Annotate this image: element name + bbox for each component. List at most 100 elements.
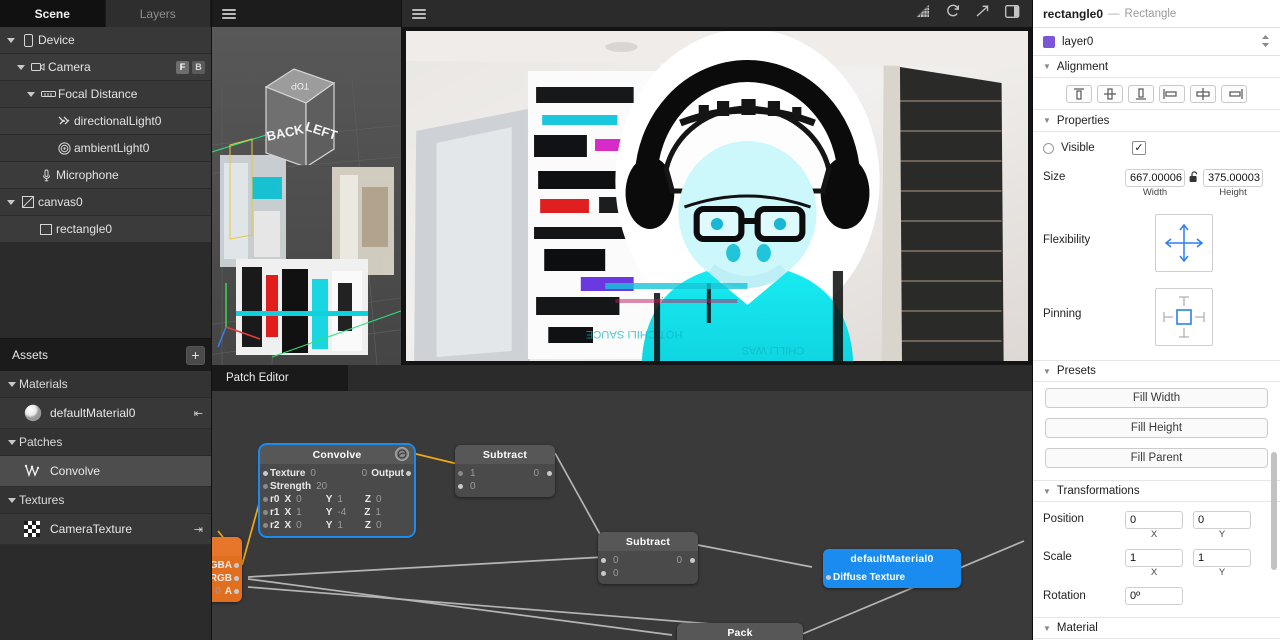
port-sub2-in1[interactable] <box>601 558 606 563</box>
port-sub1-out[interactable] <box>547 471 552 476</box>
scale-y-input[interactable]: 1 <box>1193 549 1251 567</box>
patch-node-subtract-1[interactable]: Subtract 1 0 0 <box>455 445 555 497</box>
scene-3d-viewport[interactable]: TOP BACK LEFT <box>212 27 402 365</box>
disclosure-triangle-icon[interactable] <box>5 380 19 388</box>
port-r0-x-value[interactable]: 0 <box>296 494 302 505</box>
tree-item-directionallight0[interactable]: directionalLight0 <box>0 108 211 135</box>
disclosure-triangle-icon[interactable] <box>14 63 28 71</box>
disclosure-triangle-icon[interactable] <box>4 198 18 206</box>
port-sub1-in2-value[interactable]: 0 <box>470 481 476 492</box>
disclosure-triangle-icon[interactable] <box>5 496 19 504</box>
port-sub2-out[interactable] <box>690 558 695 563</box>
unlocked-padlock-icon[interactable] <box>1189 169 1199 187</box>
orientation-cube[interactable]: TOP BACK LEFT <box>238 45 348 165</box>
port-diffuse-texture-in[interactable] <box>826 575 831 580</box>
port-strength-in[interactable] <box>263 484 268 489</box>
port-r2-in[interactable] <box>263 523 268 528</box>
position-y-input[interactable]: 0 <box>1193 511 1251 529</box>
align-center-icon[interactable] <box>1190 84 1216 103</box>
camera-front-badge[interactable]: F <box>176 60 189 74</box>
tab-layers[interactable]: Layers <box>105 0 211 27</box>
port-r2-y-value[interactable]: 1 <box>337 520 343 531</box>
size-height-input[interactable]: 375.00003 <box>1203 169 1263 187</box>
port-rgba-out[interactable] <box>234 563 239 568</box>
port-r2-z-value[interactable]: 0 <box>376 520 382 531</box>
asset-item-defaultmaterial0[interactable]: defaultMaterial0 ⇤ <box>0 398 211 429</box>
panel-toggle-icon[interactable] <box>1005 4 1020 24</box>
port-rgb-out[interactable] <box>234 576 239 581</box>
assets-group-textures[interactable]: Textures <box>0 487 211 514</box>
assets-group-materials[interactable]: Materials <box>0 371 211 398</box>
port-r1-in[interactable] <box>263 510 268 515</box>
preset-fill-height-button[interactable]: Fill Height <box>1045 418 1268 438</box>
assets-group-patches[interactable]: Patches <box>0 429 211 456</box>
preset-fill-parent-button[interactable]: Fill Parent <box>1045 448 1268 468</box>
asset-item-convolve[interactable]: Convolve <box>0 456 211 487</box>
port-sub1-in1-value[interactable]: 1 <box>470 468 476 479</box>
add-asset-button[interactable]: + <box>186 345 205 365</box>
visible-checkbox[interactable]: ✓ <box>1132 141 1146 155</box>
port-r0-in[interactable] <box>263 497 268 502</box>
scale-x-input[interactable]: 1 <box>1125 549 1183 567</box>
tree-item-canvas0[interactable]: canvas0 <box>0 189 211 216</box>
size-width-input[interactable]: 667.00006 <box>1125 169 1185 187</box>
disclosure-triangle-icon[interactable] <box>4 36 18 44</box>
section-header-material[interactable]: ▼ Material <box>1033 617 1280 639</box>
port-sub2-in2[interactable] <box>601 571 606 576</box>
disclosure-triangle-icon[interactable]: ▼ <box>1043 116 1051 125</box>
align-middle-icon[interactable] <box>1097 84 1123 103</box>
grid-plane-icon[interactable] <box>916 4 931 24</box>
tree-item-ambientlight0[interactable]: ambientLight0 <box>0 135 211 162</box>
patch-node-subtract-2[interactable]: Subtract 0 0 0 <box>598 532 698 584</box>
align-left-icon[interactable] <box>1159 84 1185 103</box>
patch-node-defaultmaterial0[interactable]: defaultMaterial0 Diffuse Texture <box>823 549 961 588</box>
visible-state-dot[interactable] <box>1043 142 1054 154</box>
patch-node-camera-texture[interactable]: RGBA RGB 0 A <box>212 537 242 602</box>
patch-options-icon[interactable] <box>395 447 409 461</box>
chevron-updown-icon[interactable] <box>1261 34 1270 50</box>
port-r2-x-value[interactable]: 0 <box>296 520 302 531</box>
port-sub2-in1-value[interactable]: 0 <box>613 555 619 566</box>
disclosure-triangle-icon[interactable] <box>24 90 38 98</box>
tree-item-focal-distance[interactable]: Focal Distance <box>0 81 211 108</box>
port-output-out[interactable] <box>406 471 411 476</box>
port-sub1-in1[interactable] <box>458 471 463 476</box>
flexibility-control[interactable] <box>1155 214 1213 272</box>
disclosure-triangle-icon[interactable]: ▼ <box>1043 62 1051 71</box>
camera-facing-toggle[interactable]: F B <box>176 60 205 74</box>
rotation-input[interactable]: 0º <box>1125 587 1183 605</box>
patch-node-pack[interactable]: Pack 0 X 0 Y 0 <box>677 623 803 640</box>
section-header-presets[interactable]: ▼ Presets <box>1033 360 1280 382</box>
tree-item-camera[interactable]: Camera F B <box>0 54 211 81</box>
port-sub2-in2-value[interactable]: 0 <box>613 568 619 579</box>
export-arrow-icon[interactable] <box>975 3 991 24</box>
section-header-transformations[interactable]: ▼ Transformations <box>1033 480 1280 502</box>
align-bottom-icon[interactable] <box>1128 84 1154 103</box>
hamburger-menu-icon[interactable] <box>222 8 236 19</box>
disclosure-triangle-icon[interactable]: ▼ <box>1043 487 1051 496</box>
port-a-out[interactable] <box>234 589 239 594</box>
tree-item-microphone[interactable]: Microphone <box>0 162 211 189</box>
port-r1-z-value[interactable]: 1 <box>375 507 381 518</box>
hamburger-menu-icon[interactable] <box>412 8 426 19</box>
layer-selector[interactable]: layer0 <box>1033 28 1280 56</box>
pinning-control[interactable] <box>1155 288 1213 346</box>
texture-output-arrow-icon[interactable]: ⇥ <box>194 523 203 536</box>
patch-node-convolve[interactable]: Convolve Texture 0 0 Output Strength 20 … <box>258 443 416 538</box>
port-r1-x-value[interactable]: 1 <box>296 507 302 518</box>
tree-item-rectangle0[interactable]: rectangle0 <box>0 216 211 243</box>
patch-editor-canvas[interactable]: RGBA RGB 0 A Convolv <box>212 391 1032 640</box>
port-r0-z-value[interactable]: 0 <box>376 494 382 505</box>
tree-item-device[interactable]: Device <box>0 27 211 54</box>
position-x-input[interactable]: 0 <box>1125 511 1183 529</box>
reset-icon[interactable] <box>945 3 961 24</box>
port-r0-y-value[interactable]: 1 <box>337 494 343 505</box>
disclosure-triangle-icon[interactable] <box>5 438 19 446</box>
material-input-arrow-icon[interactable]: ⇤ <box>194 407 203 420</box>
port-sub1-in2[interactable] <box>458 484 463 489</box>
tab-scene[interactable]: Scene <box>0 0 106 27</box>
port-strength-value[interactable]: 20 <box>316 481 327 492</box>
port-r1-y-value[interactable]: -4 <box>337 507 346 518</box>
disclosure-triangle-icon[interactable]: ▼ <box>1043 367 1051 376</box>
section-header-alignment[interactable]: ▼ Alignment <box>1033 56 1280 78</box>
